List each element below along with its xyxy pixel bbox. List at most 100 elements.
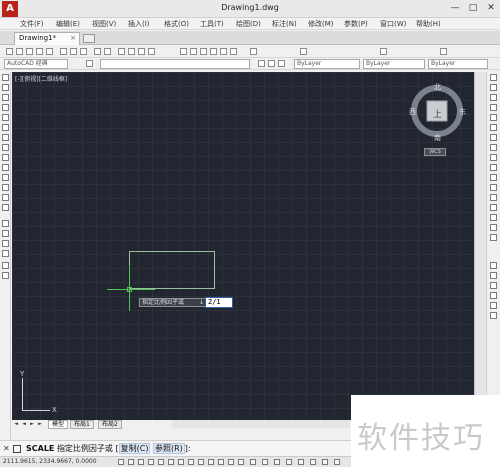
- coordinate-readout[interactable]: 2111.9615, 2334.9667, 0.0000: [3, 458, 97, 465]
- circle-icon[interactable]: [2, 134, 9, 141]
- selected-rectangle[interactable]: [129, 251, 215, 289]
- tab-layout1[interactable]: 布局1: [70, 420, 94, 429]
- tab-close-icon[interactable]: ×: [70, 33, 76, 44]
- menu-item-help[interactable]: 帮助(H): [416, 19, 441, 29]
- mirror-icon[interactable]: [490, 94, 497, 101]
- menu-item-edit[interactable]: 编辑(E): [56, 19, 80, 29]
- offset-icon[interactable]: [490, 104, 497, 111]
- layer-manager-icon[interactable]: [86, 60, 93, 67]
- tab-layout2[interactable]: 布局2: [98, 420, 122, 429]
- construction-line-icon[interactable]: [2, 84, 9, 91]
- layer-combo[interactable]: [100, 59, 250, 69]
- menu-item-modify[interactable]: 修改(M): [308, 19, 334, 29]
- preview-icon[interactable]: [46, 48, 53, 55]
- osnap-endpoint-icon[interactable]: [490, 262, 497, 269]
- hardware-acceleration-icon[interactable]: [298, 459, 304, 465]
- command-customize-icon[interactable]: [13, 445, 21, 453]
- break-at-point-icon[interactable]: [490, 184, 497, 191]
- snap-mode-icon[interactable]: [118, 459, 124, 465]
- tab-drawing1[interactable]: Drawing1* ×: [14, 32, 80, 45]
- insert-block-icon[interactable]: [2, 184, 9, 191]
- paste-icon[interactable]: [80, 48, 87, 55]
- save-icon[interactable]: [26, 48, 33, 55]
- osnap-quadrant-icon[interactable]: [490, 302, 497, 309]
- trim-icon[interactable]: [490, 164, 497, 171]
- zoom-previous-icon[interactable]: [148, 48, 155, 55]
- last-layout-icon[interactable]: ►: [36, 420, 44, 428]
- array-icon[interactable]: [490, 114, 497, 121]
- ellipse-arc-icon[interactable]: [2, 174, 9, 181]
- rectangle-icon[interactable]: [2, 114, 9, 121]
- ucs-dynamic-icon[interactable]: [188, 459, 194, 465]
- make-block-icon[interactable]: [2, 194, 9, 201]
- osnap-center-icon[interactable]: [490, 292, 497, 299]
- undo-icon[interactable]: [94, 48, 101, 55]
- rotate-icon[interactable]: [490, 134, 497, 141]
- workspace-switch-icon[interactable]: [274, 459, 280, 465]
- new-tab-button[interactable]: [83, 34, 95, 43]
- line-icon[interactable]: [2, 74, 9, 81]
- object-snap-tracking-icon[interactable]: [178, 459, 184, 465]
- close-button[interactable]: ✕: [482, 0, 500, 17]
- command-close-icon[interactable]: ✕: [3, 444, 10, 453]
- tool-palettes-icon[interactable]: [200, 48, 207, 55]
- point-icon[interactable]: [2, 204, 9, 211]
- calculator-icon[interactable]: [230, 48, 237, 55]
- workspace-combo[interactable]: AutoCAD 经典: [4, 59, 68, 69]
- grid-display-icon[interactable]: [128, 459, 134, 465]
- polygon-icon[interactable]: [2, 104, 9, 111]
- move-icon[interactable]: [490, 124, 497, 131]
- menu-item-dimension[interactable]: 标注(N): [272, 19, 297, 29]
- revision-cloud-icon[interactable]: [2, 144, 9, 151]
- scale-icon[interactable]: [490, 144, 497, 151]
- add-selected-icon[interactable]: [2, 272, 9, 279]
- markup-icon[interactable]: [220, 48, 227, 55]
- new-file-icon[interactable]: [6, 48, 13, 55]
- erase-icon[interactable]: [490, 74, 497, 81]
- design-center-icon[interactable]: [190, 48, 197, 55]
- polar-tracking-icon[interactable]: [148, 459, 154, 465]
- color-control-icon[interactable]: [278, 60, 285, 67]
- color-combo[interactable]: ByLayer: [294, 59, 360, 69]
- zoom-window-icon[interactable]: [138, 48, 145, 55]
- spline-icon[interactable]: [2, 154, 9, 161]
- customization-icon[interactable]: [334, 459, 340, 465]
- isolate-objects-icon[interactable]: [310, 459, 316, 465]
- hatch-icon[interactable]: [2, 220, 9, 227]
- viewcube-east-label[interactable]: 东: [459, 107, 466, 117]
- model-space-icon[interactable]: [250, 459, 256, 465]
- drawing-canvas[interactable]: [-][俯视][二维线框] 指定比例因子或 ↓ 2/1 北 南 东 西 上 WC…: [12, 72, 474, 420]
- lineweight-display-icon[interactable]: [208, 459, 214, 465]
- vertical-scrollbar[interactable]: [474, 72, 486, 420]
- pan-icon[interactable]: [118, 48, 125, 55]
- ortho-mode-icon[interactable]: [138, 459, 144, 465]
- copy-icon[interactable]: [70, 48, 77, 55]
- object-snap-icon[interactable]: [158, 459, 164, 465]
- prev-layout-icon[interactable]: ◄: [20, 420, 28, 428]
- menu-item-tools[interactable]: 工具(T): [200, 19, 224, 29]
- annotation-scale-icon[interactable]: [262, 459, 268, 465]
- command-option-reference[interactable]: 参照(R): [152, 443, 185, 454]
- extend-icon[interactable]: [490, 174, 497, 181]
- cut-icon[interactable]: [60, 48, 67, 55]
- help-icon[interactable]: [250, 48, 257, 55]
- menu-item-window[interactable]: 窗口(W): [380, 19, 406, 29]
- ellipse-icon[interactable]: [2, 164, 9, 171]
- region-icon[interactable]: [2, 240, 9, 247]
- command-option-copy[interactable]: 复制(C): [118, 443, 151, 454]
- gradient-icon[interactable]: [2, 230, 9, 237]
- break-icon[interactable]: [490, 194, 497, 201]
- sheet-set-icon[interactable]: [210, 48, 217, 55]
- horizontal-scrollbar[interactable]: [172, 420, 350, 428]
- selection-cycling-icon[interactable]: [238, 459, 244, 465]
- viewport-controls-label[interactable]: [-][俯视][二维线框]: [15, 74, 67, 83]
- viewcube-west-label[interactable]: 西: [409, 107, 416, 117]
- lock-icon[interactable]: [286, 459, 292, 465]
- osnap-perpendicular-icon[interactable]: [490, 312, 497, 319]
- dynamic-options-arrow-icon[interactable]: ↓: [199, 298, 204, 307]
- first-layout-icon[interactable]: ◄: [12, 420, 20, 428]
- table-icon[interactable]: [2, 250, 9, 257]
- menu-item-view[interactable]: 视图(V): [92, 19, 116, 29]
- quick-properties-icon[interactable]: [228, 459, 234, 465]
- menu-item-parametric[interactable]: 参数(P): [344, 19, 368, 29]
